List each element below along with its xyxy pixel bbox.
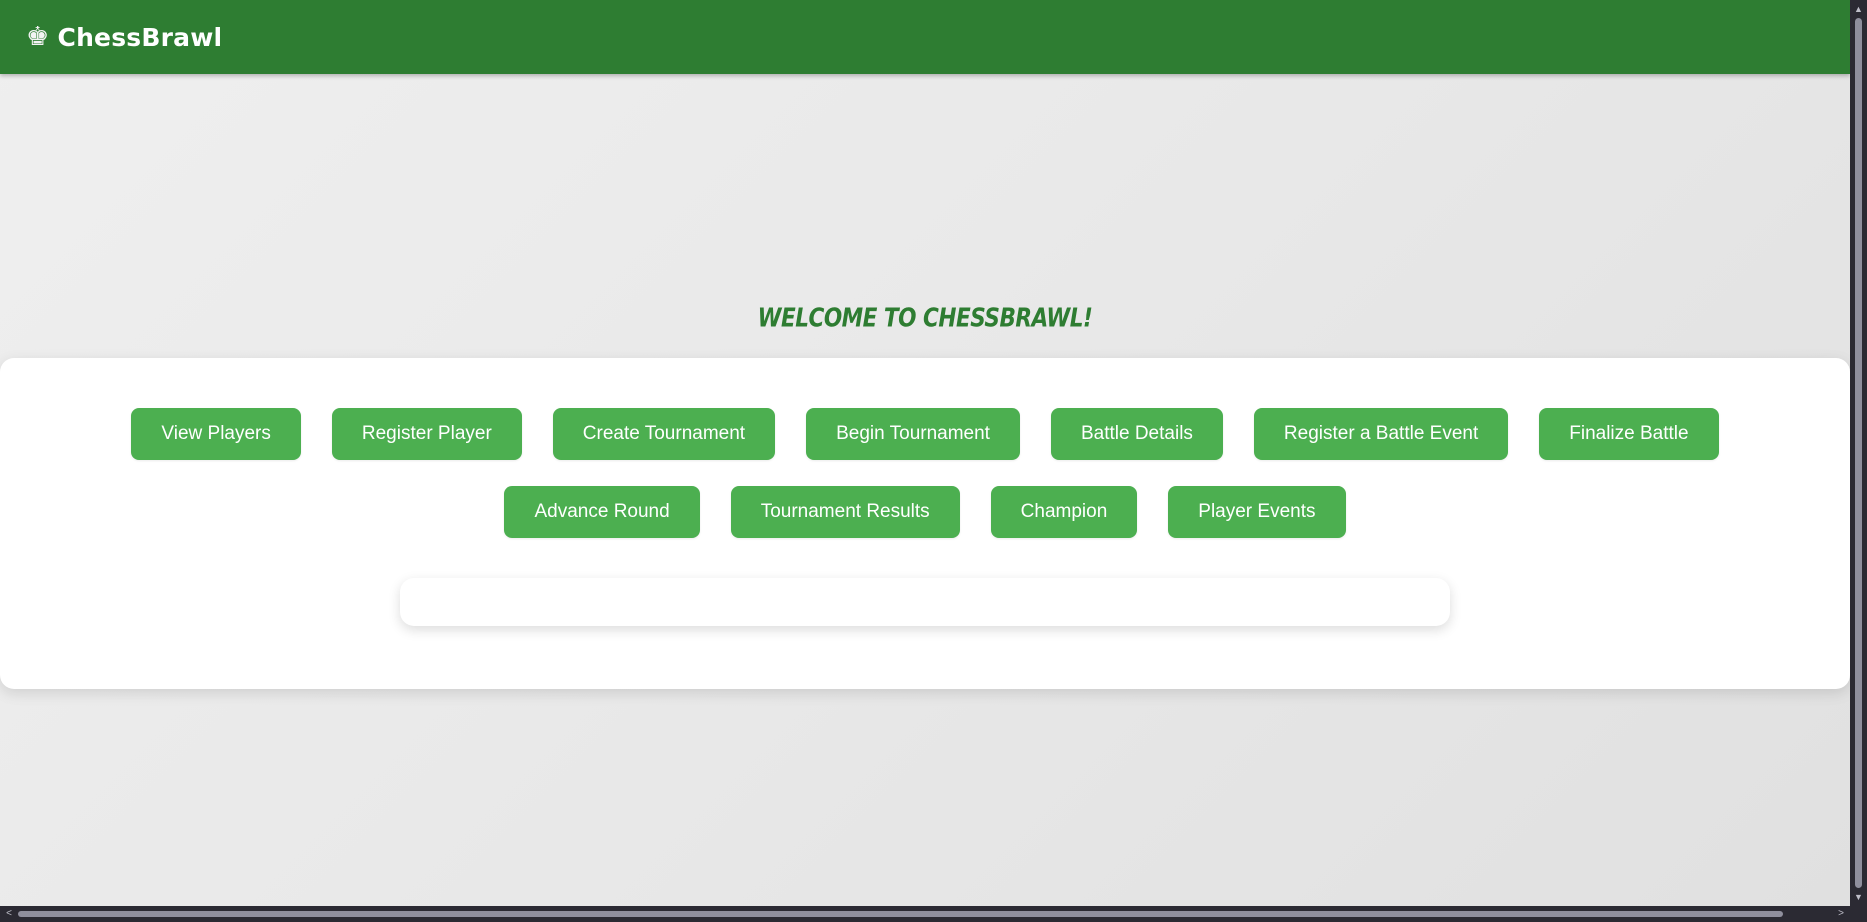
begin-tournament-button[interactable]: Begin Tournament	[806, 408, 1020, 460]
advance-round-button[interactable]: Advance Round	[504, 486, 700, 538]
register-battle-event-button[interactable]: Register a Battle Event	[1253, 408, 1509, 460]
brand-logo-link[interactable]: ♚ ChessBrawl	[26, 23, 222, 52]
tournament-results-button[interactable]: Tournament Results	[730, 486, 960, 538]
view-players-button[interactable]: View Players	[131, 408, 301, 460]
brand-name: ChessBrawl	[57, 22, 223, 52]
player-events-button[interactable]: Player Events	[1168, 486, 1346, 538]
scroll-left-arrow-icon[interactable]: <	[2, 906, 16, 922]
actions-card: View Players Register Player Create Tour…	[0, 358, 1850, 689]
scroll-up-arrow-icon[interactable]: ▲	[1850, 2, 1867, 16]
welcome-title: Welcome to ChessBrawl!	[757, 302, 1093, 334]
horizontal-scrollbar[interactable]: < >	[0, 906, 1850, 922]
scrollbar-corner	[1850, 906, 1867, 922]
top-navbar: ♚ ChessBrawl	[0, 0, 1850, 74]
scroll-right-arrow-icon[interactable]: >	[1834, 906, 1848, 922]
scroll-down-arrow-icon[interactable]: ▼	[1850, 890, 1867, 904]
register-player-button[interactable]: Register Player	[331, 408, 522, 460]
chess-king-icon: ♚	[26, 22, 50, 52]
vertical-scrollbar[interactable]: ▲ ▼	[1850, 0, 1867, 906]
vertical-scroll-thumb[interactable]	[1855, 18, 1862, 888]
horizontal-scroll-thumb[interactable]	[18, 911, 1783, 917]
create-tournament-button[interactable]: Create Tournament	[552, 408, 776, 460]
actions-row-1: View Players Register Player Create Tour…	[0, 408, 1850, 460]
page-viewport: ♚ ChessBrawl Welcome to ChessBrawl! View…	[0, 0, 1850, 906]
champion-button[interactable]: Champion	[990, 486, 1138, 538]
output-panel	[400, 578, 1450, 626]
finalize-battle-button[interactable]: Finalize Battle	[1539, 408, 1719, 460]
battle-details-button[interactable]: Battle Details	[1050, 408, 1223, 460]
actions-row-2: Advance Round Tournament Results Champio…	[0, 486, 1850, 538]
